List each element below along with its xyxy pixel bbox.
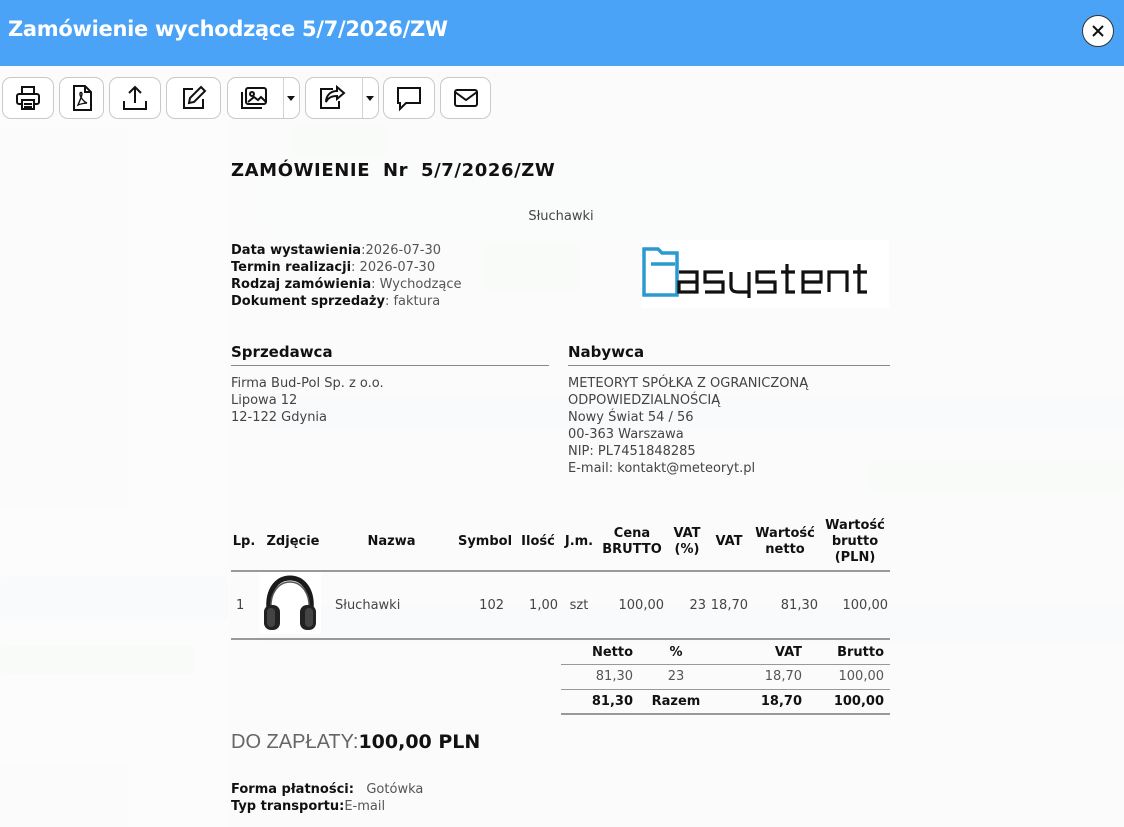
company-logo [641, 240, 889, 308]
payment-method: Forma płatności: Gotówka [231, 782, 424, 797]
col-qty: Ilość [516, 513, 560, 572]
meta-issue-date: Data wystawienia:2026-07-30 [231, 243, 442, 258]
summary-table: Netto % VAT Brutto 81,30 23 18,70 100,00… [561, 641, 890, 715]
col-net: Wartość netto [750, 513, 820, 572]
col-symbol: Symbol [454, 513, 516, 572]
close-icon [1092, 25, 1104, 37]
cell-net: 81,30 [750, 571, 820, 640]
cell-photo[interactable] [257, 571, 329, 640]
buyer-details: METEORYT SPÓŁKA Z OGRANICZONĄ ODPOWIEDZI… [568, 376, 809, 476]
summary-col-net: Netto [591, 644, 633, 660]
transport-type: Typ transportu:E-mail [231, 799, 386, 814]
order-footer: Forma płatności: Gotówka Typ transportu:… [231, 781, 423, 815]
amount-due-label: DO ZAPŁATY: [231, 731, 359, 753]
cell-lp: 1 [231, 571, 257, 640]
meta-due-date: Termin realizacji: 2026-07-30 [231, 260, 436, 275]
seller-details: Firma Bud-Pol Sp. z o.o. Lipowa 12 12-12… [231, 376, 384, 425]
col-name: Nazwa [329, 513, 454, 572]
cell-vat: 18,70 [708, 571, 750, 640]
items-header-row: Lp. Zdjęcie Nazwa Symbol Ilość J.m. Cena… [231, 513, 890, 572]
document-subtitle: Słuchawki [528, 209, 594, 224]
order-meta: Data wystawienia:2026-07-30 Termin reali… [231, 242, 462, 310]
pdf-button[interactable] [59, 77, 104, 119]
close-button[interactable] [1082, 15, 1114, 47]
upload-icon [123, 85, 147, 110]
pdf-icon [72, 85, 92, 111]
print-button[interactable] [2, 77, 54, 119]
amount-due: DO ZAPŁATY:100,00 PLN [231, 731, 480, 754]
col-vat: VAT [708, 513, 750, 572]
cell-qty: 1,00 [516, 571, 560, 640]
summary-row: 81,30 23 18,70 100,00 [561, 663, 890, 689]
order-document: ZAMÓWIENIE Nr 5/7/2026/ZW Słuchawki Data… [231, 0, 891, 827]
cell-vat-pct: 23 [666, 571, 708, 640]
printer-icon [16, 86, 40, 110]
summary-total-row: 81,30 Razem 18,70 100,00 [561, 688, 890, 715]
meta-order-type: Rodzaj zamówienia: Wychodzące [231, 277, 462, 292]
edit-icon [182, 85, 206, 109]
col-vat-pct: VAT (%) [666, 513, 708, 572]
summary-col-vat: VAT [774, 644, 802, 660]
items-table: Lp. Zdjęcie Nazwa Symbol Ilość J.m. Cena… [231, 513, 890, 640]
cell-unit: szt [560, 571, 598, 640]
amount-due-value: 100,00 PLN [358, 731, 481, 753]
cell-gross: 100,00 [820, 571, 890, 640]
cell-symbol: 102 [454, 571, 516, 640]
summary-col-gross: Brutto [837, 644, 884, 660]
summary-col-pct: % [669, 644, 683, 660]
cell-price: 100,00 [598, 571, 666, 640]
export-button[interactable] [109, 77, 161, 119]
col-unit: J.m. [560, 513, 598, 572]
col-photo: Zdjęcie [257, 513, 329, 572]
col-gross: Wartość brutto (PLN) [820, 513, 890, 572]
edit-button[interactable] [166, 77, 221, 119]
col-lp: Lp. [231, 513, 257, 572]
col-price: Cena BRUTTO [598, 513, 666, 572]
cell-name: Słuchawki [329, 571, 454, 640]
meta-sales-document: Dokument sprzedaży: faktura [231, 294, 441, 309]
document-title: ZAMÓWIENIE Nr 5/7/2026/ZW [231, 160, 556, 181]
table-row: 1 Słuchawki 102 1,00 szt 100,00 23 18,70… [231, 571, 890, 640]
seller-heading: Sprzedawca [231, 343, 549, 366]
headphones-image [259, 572, 321, 634]
summary-header-row: Netto % VAT Brutto [561, 641, 890, 664]
buyer-heading: Nabywca [568, 343, 890, 366]
